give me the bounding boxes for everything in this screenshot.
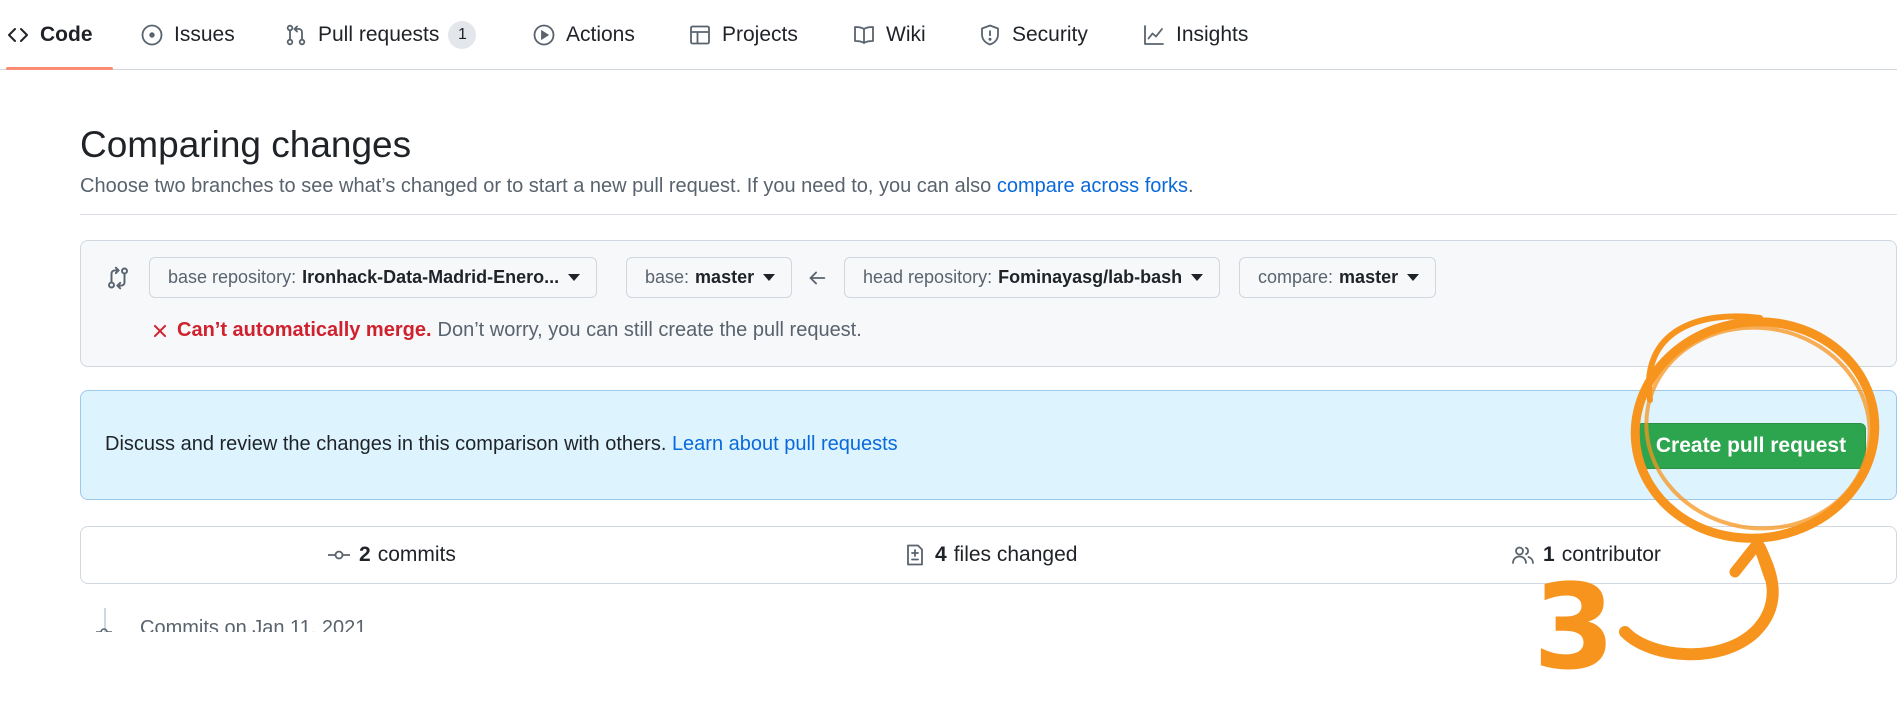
base-repository-select[interactable]: base repository: Ironhack-Data-Madrid-Ene…	[149, 257, 598, 298]
git-commit-icon	[328, 550, 350, 560]
repository-nav: Code Issues Pull requests 1 Actions Proj…	[0, 0, 1897, 70]
pull-requests-counter: 1	[448, 20, 477, 49]
commits-tab[interactable]: 2 commits	[327, 527, 456, 583]
tab-label: Security	[1012, 22, 1088, 46]
selector-prefix: base:	[645, 267, 690, 287]
selector-prefix: base repository:	[168, 267, 297, 287]
subtitle-text: Choose two branches to see what’s change…	[80, 175, 997, 197]
selector-prefix: head repository:	[863, 267, 993, 287]
tab-security[interactable]: Security	[978, 0, 1088, 69]
tab-label: Code	[40, 22, 93, 46]
commits-label: commits	[377, 543, 456, 566]
git-pull-request-icon	[284, 23, 308, 47]
commits-count: 2	[359, 543, 371, 566]
git-commit-icon	[96, 628, 112, 632]
commits-date-header: Commits on Jan 11, 2021	[140, 617, 367, 632]
selector-value: Ironhack-Data-Madrid-Enero...	[302, 267, 560, 287]
shield-icon	[978, 23, 1002, 47]
merge-error-text: Can’t automatically merge.	[177, 319, 432, 341]
range-editor: base repository: Ironhack-Data-Madrid-Ene…	[80, 240, 1897, 367]
tab-label: Actions	[566, 22, 635, 46]
tab-insights[interactable]: Insights	[1142, 0, 1248, 69]
selector-value: Fominayasg/lab-bash	[998, 267, 1183, 287]
graph-icon	[1142, 23, 1166, 47]
caret-down-icon	[568, 274, 581, 281]
x-icon	[153, 324, 167, 337]
merge-status: Can’t automatically merge. Don’t worry, …	[151, 319, 862, 342]
files-count: 4	[935, 543, 947, 566]
contributors-count: 1	[1543, 543, 1555, 566]
git-compare-icon	[105, 265, 131, 291]
tab-label: Insights	[1176, 22, 1249, 46]
book-icon	[852, 23, 876, 47]
tab-label: Wiki	[886, 22, 926, 46]
arrow-left-icon	[806, 267, 828, 289]
tab-label: Issues	[174, 22, 235, 46]
tab-pull-requests[interactable]: Pull requests 1	[284, 0, 477, 69]
table-icon	[688, 23, 712, 47]
base-branch-select[interactable]: base: master	[626, 257, 793, 298]
caret-down-icon	[763, 274, 776, 281]
code-icon	[6, 23, 30, 47]
banner-message: Discuss and review the changes in this c…	[105, 433, 672, 455]
files-label: files changed	[953, 543, 1078, 566]
banner-text: Discuss and review the changes in this c…	[105, 433, 898, 456]
file-diff-icon	[907, 544, 923, 566]
page-subtitle: Choose two branches to see what’s change…	[80, 175, 1194, 198]
merge-message-text: Don’t worry, you can still create the pu…	[437, 319, 862, 341]
tab-code[interactable]: Code	[6, 0, 112, 70]
tab-actions[interactable]: Actions	[532, 0, 635, 69]
page-title: Comparing changes	[80, 124, 412, 165]
compare-branch-select[interactable]: compare: master	[1239, 257, 1437, 298]
header-divider	[80, 214, 1897, 215]
tab-label: Pull requests	[318, 22, 440, 46]
compare-summary: 2 commits 4 files changed 1 contributor	[80, 526, 1897, 584]
tab-wiki[interactable]: Wiki	[852, 0, 926, 69]
caret-down-icon	[1191, 274, 1204, 281]
tab-label: Projects	[722, 22, 798, 46]
files-changed-tab[interactable]: 4 files changed	[903, 527, 1077, 583]
commits-timeline: Commits on Jan 11, 2021	[80, 600, 480, 632]
subtitle-end: .	[1188, 175, 1194, 197]
people-icon	[1512, 546, 1534, 564]
issue-opened-icon	[140, 23, 164, 47]
compare-across-forks-link[interactable]: compare across forks	[997, 175, 1188, 197]
head-repository-select[interactable]: head repository: Fominayasg/lab-bash	[844, 257, 1221, 298]
create-pull-request-button[interactable]: Create pull request	[1636, 423, 1866, 469]
selector-value: master	[695, 267, 755, 287]
play-icon	[532, 23, 556, 47]
selector-prefix: compare:	[1258, 267, 1334, 287]
selector-value: master	[1339, 267, 1399, 287]
contributors-label: contributor	[1561, 543, 1661, 566]
contributors-tab[interactable]: 1 contributor	[1511, 527, 1661, 583]
tab-projects[interactable]: Projects	[688, 0, 798, 69]
caret-down-icon	[1407, 274, 1420, 281]
tab-issues[interactable]: Issues	[140, 0, 235, 69]
compare-banner: Discuss and review the changes in this c…	[80, 390, 1897, 500]
learn-about-pull-requests-link[interactable]: Learn about pull requests	[672, 433, 898, 455]
